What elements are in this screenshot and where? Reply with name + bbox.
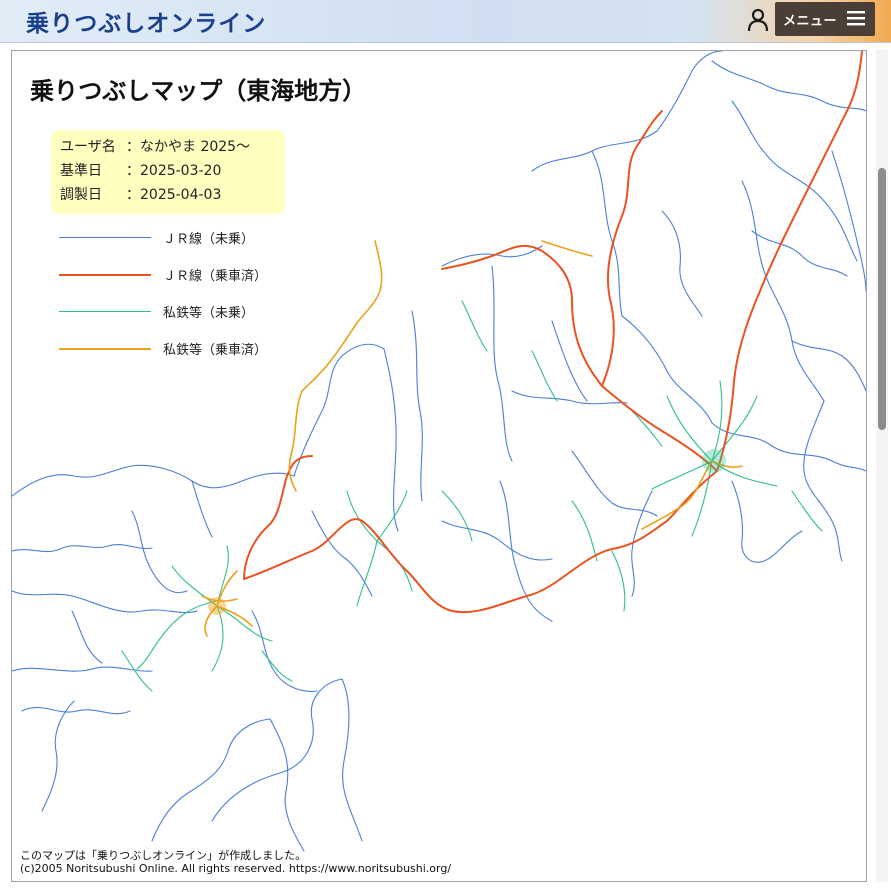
map-title: 乗りつぶしマップ（東海地方） (30, 77, 367, 105)
map-credit: このマップは「乗りつぶしオンライン」が作成しました。 (c)2005 Norit… (20, 849, 451, 875)
legend-item-jr-unridden: ＪＲ線（未乗） (59, 227, 299, 264)
legend-swatch-private-ridden (59, 348, 151, 350)
info-value-user: ：なかやま 2025～ (126, 139, 251, 155)
legend-label: ＪＲ線（未乗） (163, 232, 255, 247)
legend-swatch-jr-ridden (59, 274, 151, 276)
info-row-base-date: 基準日 ：2025-03-20 (60, 161, 285, 185)
scrollbar-thumb[interactable] (878, 168, 886, 430)
hamburger-icon (847, 11, 865, 26)
info-value-base-date: ：2025-03-20 (126, 163, 222, 179)
header-bar: 乗りつぶしオンライン メニュー (0, 0, 891, 43)
tokyo-cluster (702, 449, 726, 473)
user-button[interactable] (741, 2, 775, 38)
legend-item-private-unridden: 私鉄等（未乗） (59, 301, 299, 338)
menu-label: メニュー (783, 13, 838, 29)
legend-label: 私鉄等（乗車済） (163, 343, 268, 358)
nagoya-cluster (208, 597, 226, 615)
legend-item-jr-ridden: ＪＲ線（乗車済） (59, 264, 299, 301)
legend-item-private-ridden: 私鉄等（乗車済） (59, 338, 299, 375)
legend-label: ＪＲ線（乗車済） (163, 269, 268, 284)
info-row-made-date: 調製日 ：2025-04-03 (60, 185, 285, 209)
credit-line-2: (c)2005 Noritsubushi Online. All rights … (20, 862, 452, 875)
info-key-made-date: 調製日 (60, 187, 102, 203)
info-value-made-date: ：2025-04-03 (126, 187, 222, 203)
info-box: ユーザ名 ：なかやま 2025～ 基準日 ：2025-03-20 調製日 ：2025-… (51, 130, 285, 214)
site-title-link[interactable]: 乗りつぶしオンライン (26, 4, 266, 38)
jr-ridden-lines (243, 51, 863, 614)
info-row-user: ユーザ名 ：なかやま 2025～ (60, 137, 285, 161)
legend-label: 私鉄等（未乗） (163, 306, 255, 321)
info-key-base-date: 基準日 (60, 163, 102, 179)
legend-swatch-private-unridden (59, 311, 151, 312)
credit-line-1: このマップは「乗りつぶしオンライン」が作成しました。 (20, 849, 307, 862)
info-key-user: ユーザ名 (60, 139, 116, 155)
map-frame: 乗りつぶしマップ（東海地方） ユーザ名 ：なかやま 2025～ 基準日 ：2025-… (11, 50, 867, 882)
menu-button[interactable]: メニュー (775, 2, 875, 36)
user-icon (747, 8, 769, 32)
legend-swatch-jr-unridden (59, 237, 151, 238)
legend: ＪＲ線（未乗） ＪＲ線（乗車済） 私鉄等（未乗） 私鉄等（乗車済） (59, 227, 299, 375)
page-scrollbar[interactable] (876, 50, 888, 882)
